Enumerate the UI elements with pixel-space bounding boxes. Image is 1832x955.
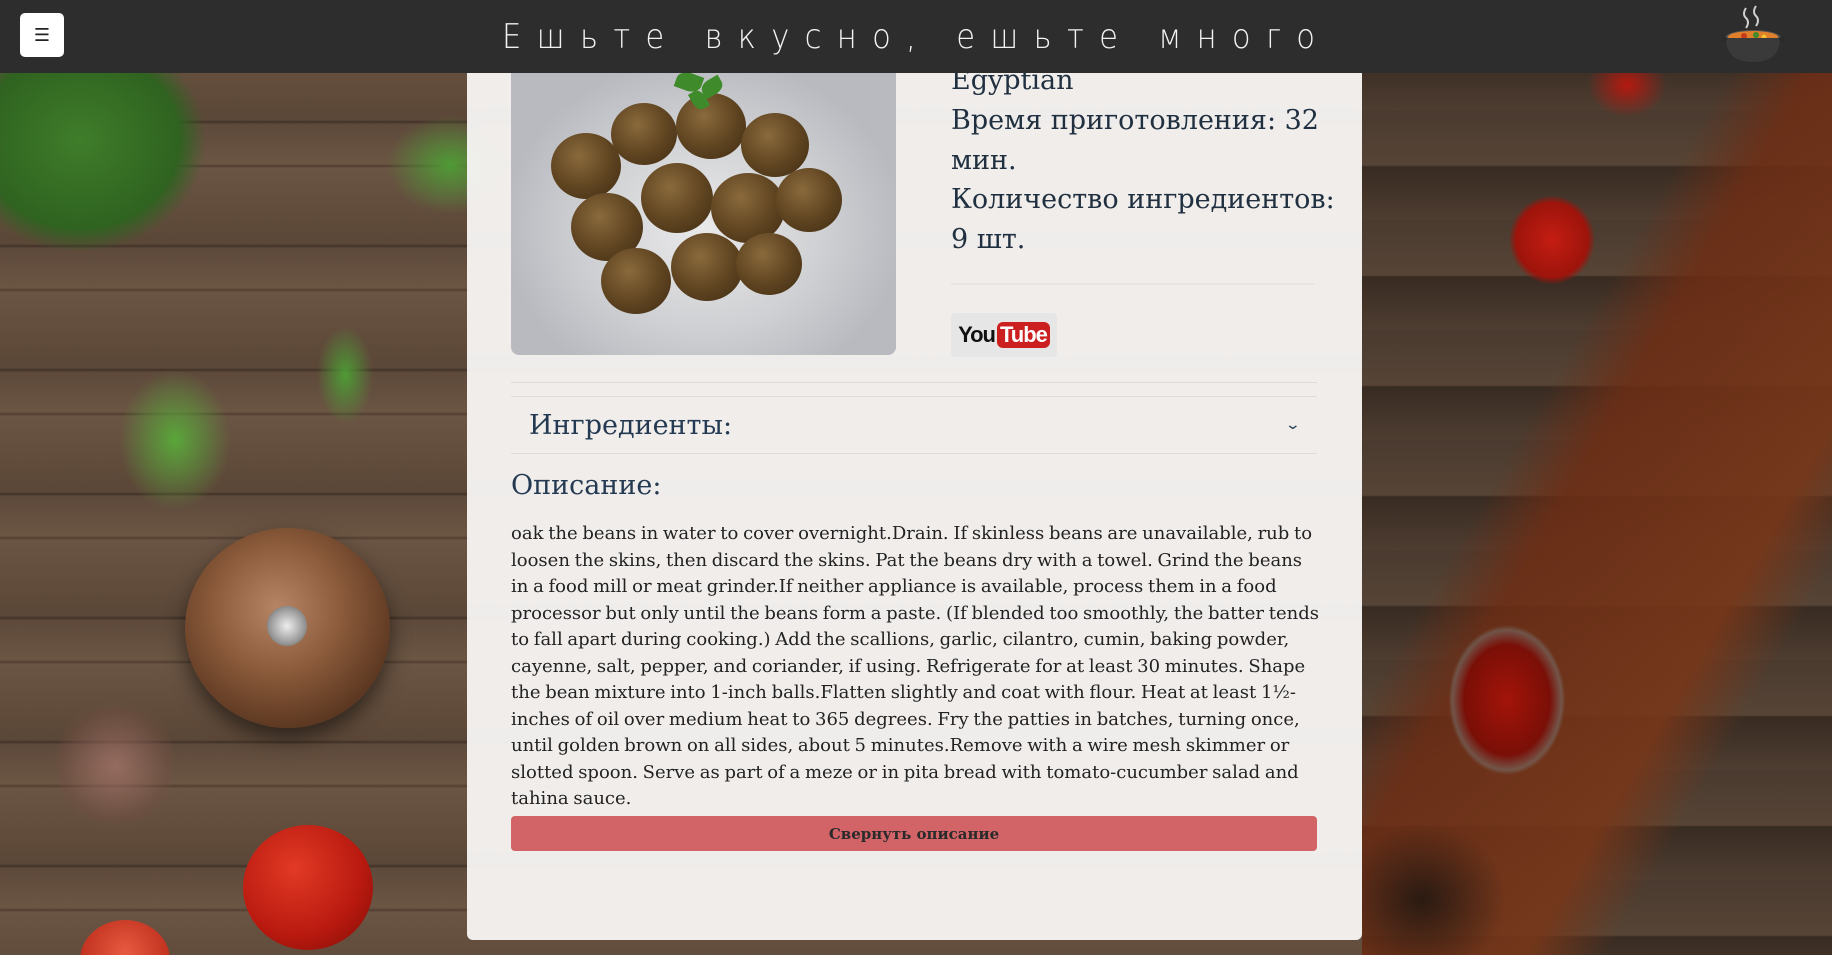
cooking-time: Время приготовления: 32 мин.	[951, 105, 1319, 176]
site-header: ☰ Ешьте вкусно, ешьте много	[0, 0, 1832, 73]
background-peppercorns	[55, 700, 175, 830]
background-tomato	[243, 825, 373, 950]
soup-pot-icon[interactable]	[1720, 4, 1786, 68]
background-pepper-shaker	[185, 528, 390, 728]
recipe-card: Egyptian Время приготовления: 32 мин. Ко…	[467, 65, 1362, 940]
youtube-button[interactable]: You Tube	[951, 313, 1057, 357]
background-tomato-slice	[80, 920, 170, 955]
youtube-logo-you: You	[958, 322, 996, 347]
divider	[511, 382, 1317, 383]
youtube-logo-tube: Tube	[997, 322, 1050, 348]
divider	[951, 283, 1315, 285]
description-text: oak the beans in water to cover overnigh…	[511, 523, 1319, 809]
background-right	[1362, 0, 1832, 955]
menu-button[interactable]: ☰	[20, 13, 64, 57]
ingredients-count: Количество ингредиентов: 9 шт.	[951, 184, 1335, 255]
chevron-down-icon: ⌄	[1284, 417, 1302, 433]
description-heading: Описание:	[511, 470, 662, 501]
ingredients-accordion[interactable]: Ингредиенты: ⌄	[511, 396, 1317, 454]
dish-photo	[511, 73, 896, 355]
hamburger-icon: ☰	[33, 24, 51, 46]
collapse-description-button[interactable]: Свернуть описание	[511, 816, 1317, 851]
site-title: Ешьте вкусно, ешьте много	[501, 16, 1331, 57]
ingredients-heading: Ингредиенты:	[529, 409, 733, 441]
